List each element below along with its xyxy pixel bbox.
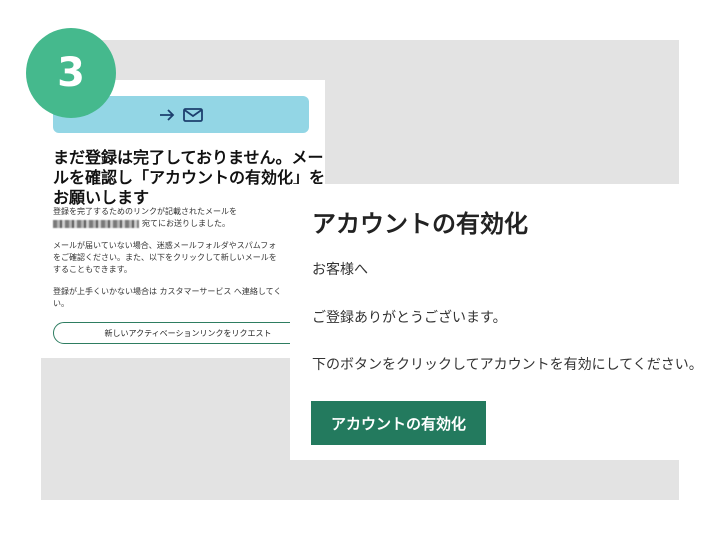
request-new-link-button[interactable]: 新しいアクティベーションリンクをリクエスト	[53, 322, 323, 344]
pending-heading: まだ登録は完了しておりません。メールを確認し「アカウントの有効化」をお願いします	[53, 148, 325, 207]
info-line: 登録を完了するためのリンクが記載されたメールを	[53, 207, 237, 216]
activation-title: アカウントの有効化	[312, 210, 528, 238]
arrow-right-icon	[159, 108, 175, 122]
thanks-text: ご登録ありがとうございます。	[312, 310, 507, 326]
registration-pending-card: まだ登録は完了しておりません。メールを確認し「アカウントの有効化」をお願いします…	[41, 80, 325, 358]
info-line: することもできます。	[53, 265, 132, 274]
step-number-badge: 3	[26, 28, 116, 118]
info-line: をご確認ください。また、以下をクリックして新しいメールを	[53, 253, 277, 262]
redacted-email	[53, 219, 139, 228]
info-line: 登録が上手くいかない場合は カスタマーサービス へ連絡してく	[53, 287, 282, 296]
greeting-text: お客様へ	[312, 262, 368, 278]
info-line-email: 宛てにお送りしました。	[53, 218, 230, 229]
info-line: い。	[53, 299, 69, 308]
activate-account-button[interactable]: アカウントの有効化	[311, 401, 486, 445]
activation-email-card: アカウントの有効化 お客様へ ご登録ありがとうございます。 下のボタンをクリック…	[290, 184, 703, 460]
info-line: メールが届いていない場合、迷惑メールフォルダやスパムフォ	[53, 241, 277, 250]
instruction-text: 下のボタンをクリックしてアカウントを有効にしてください。	[312, 357, 703, 373]
envelope-icon	[183, 107, 203, 122]
